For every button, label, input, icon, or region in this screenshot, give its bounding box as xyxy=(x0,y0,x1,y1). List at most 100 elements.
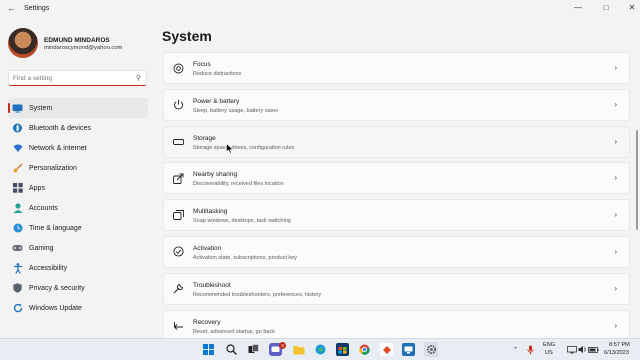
sidebar-item-label: Apps xyxy=(29,184,45,192)
language-region[interactable]: US xyxy=(545,350,553,356)
apps-icon xyxy=(12,183,23,194)
microphone-icon[interactable] xyxy=(524,343,537,356)
file-explorer-icon[interactable] xyxy=(292,343,305,356)
card-title: Focus xyxy=(193,61,211,68)
card-recovery[interactable]: Recovery Reset, advanced startup, go bac… xyxy=(163,309,630,342)
sidebar-item-gaming[interactable]: Gaming xyxy=(8,238,148,258)
sidebar-item-label: Privacy & security xyxy=(29,284,85,292)
minimize-icon[interactable]: — xyxy=(568,2,588,14)
close-icon[interactable]: ✕ xyxy=(622,2,640,14)
avatar[interactable] xyxy=(8,28,38,58)
card-subtitle: Activation state, subscriptions, product… xyxy=(193,254,297,261)
chevron-right-icon: › xyxy=(614,173,617,183)
card-subtitle: Storage space, drives, configuration rul… xyxy=(193,144,295,151)
sidebar-item-accessibility[interactable]: Accessibility xyxy=(8,258,148,278)
title-bar: ← Settings — □ ✕ xyxy=(0,0,640,18)
card-title: Nearby sharing xyxy=(193,171,238,179)
store-icon[interactable] xyxy=(336,343,349,356)
sidebar-item-personalization[interactable]: Personalization xyxy=(8,158,148,178)
chevron-right-icon: › xyxy=(614,63,617,72)
card-nearby-sharing[interactable]: Nearby sharing Discoverability, received… xyxy=(163,162,630,195)
bluetooth-icon xyxy=(12,123,23,134)
search-box[interactable]: ⚲ xyxy=(8,70,147,86)
brush-icon xyxy=(12,163,23,174)
chevron-right-icon: › xyxy=(614,246,617,256)
wifi-icon xyxy=(12,143,23,154)
clock-date[interactable]: 6/13/2023 xyxy=(604,350,629,356)
globe-clock-icon xyxy=(12,223,23,234)
shield-icon xyxy=(12,283,23,294)
sidebar-item-label: Network & internet xyxy=(29,144,87,152)
sidebar-item-label: Windows Update xyxy=(29,304,82,312)
multitask-icon xyxy=(172,209,184,221)
card-subtitle: Discoverability, received files location xyxy=(193,181,284,188)
scrollbar[interactable] xyxy=(636,130,638,230)
sidebar-item-time-language[interactable]: Time & language xyxy=(8,218,148,238)
battery-icon[interactable] xyxy=(587,343,600,356)
sidebar: System Bluetooth & devices Network & int… xyxy=(8,98,148,318)
card-subtitle: Reset, advanced startup, go back xyxy=(193,328,275,335)
card-activation[interactable]: Activation Activation state, subscriptio… xyxy=(163,235,630,268)
activation-icon xyxy=(172,246,184,258)
search-input[interactable] xyxy=(13,74,133,82)
sidebar-item-label: Accessibility xyxy=(29,264,68,272)
wrench-icon xyxy=(172,283,184,295)
sidebar-item-accounts[interactable]: Accounts xyxy=(8,198,148,218)
taskbar: 3 ⌃ ENG US 8:57 PM 6/13/2023 xyxy=(0,338,640,360)
chevron-right-icon: › xyxy=(614,99,617,109)
remote-desktop-icon[interactable] xyxy=(402,343,415,356)
card-title: Power & battery xyxy=(193,97,240,105)
search-icon[interactable]: ⚲ xyxy=(136,74,141,82)
card-subtitle: Sleep, battery usage, battery saver xyxy=(193,107,279,114)
settings-gear-icon[interactable] xyxy=(424,342,438,357)
sidebar-item-label: Bluetooth & devices xyxy=(29,124,91,132)
share-icon xyxy=(172,172,184,184)
sidebar-item-label: Accounts xyxy=(29,204,58,212)
sidebar-item-privacy-security[interactable]: Privacy & security xyxy=(8,278,148,298)
monitor-icon xyxy=(12,103,23,114)
chrome-icon[interactable] xyxy=(358,343,371,356)
sidebar-item-label: Gaming xyxy=(29,244,54,252)
card-subtitle: Recommended troubleshooters, preferences… xyxy=(193,291,322,298)
sidebar-item-label: Personalization xyxy=(29,164,77,172)
card-title: Activation xyxy=(193,244,222,252)
mouse-cursor-icon xyxy=(226,143,234,154)
edge-icon[interactable] xyxy=(314,343,327,356)
card-title: Recovery xyxy=(193,318,221,326)
sidebar-item-network[interactable]: Network & internet xyxy=(8,138,148,158)
language-code[interactable]: ENG xyxy=(543,342,555,348)
window-title: Settings xyxy=(24,5,50,12)
card-troubleshoot[interactable]: Troubleshoot Recommended troubleshooters… xyxy=(163,272,630,305)
user-email: mindaroscymond@yahoo.com xyxy=(44,45,123,51)
sidebar-item-windows-update[interactable]: Windows Update xyxy=(8,298,148,318)
app-icon[interactable] xyxy=(380,343,393,356)
notification-badge: 3 xyxy=(279,342,286,349)
person-icon xyxy=(12,203,23,214)
chevron-up-icon[interactable]: ⌃ xyxy=(509,343,522,356)
storage-icon xyxy=(172,136,184,148)
search-icon[interactable] xyxy=(225,343,238,356)
card-subtitle: Reduce distractions xyxy=(193,71,242,77)
user-name: EDMUND MINDAROS xyxy=(44,37,110,44)
sidebar-item-system[interactable]: System xyxy=(8,98,148,118)
gamepad-icon xyxy=(12,243,23,254)
update-icon xyxy=(12,303,23,314)
recovery-icon xyxy=(172,320,184,332)
start-icon[interactable] xyxy=(202,343,215,356)
maximize-icon[interactable]: □ xyxy=(596,2,616,14)
power-icon xyxy=(172,99,184,111)
card-focus[interactable]: Focus Reduce distractions › xyxy=(163,52,630,84)
card-multitasking[interactable]: Multitasking Snap windows, desktops, tas… xyxy=(163,199,630,232)
card-title: Troubleshoot xyxy=(193,281,231,289)
settings-list: Focus Reduce distractions › Power & batt… xyxy=(163,52,630,346)
chevron-right-icon: › xyxy=(614,210,617,220)
chevron-right-icon: › xyxy=(614,136,617,146)
clock-time[interactable]: 8:57 PM xyxy=(609,342,630,348)
sidebar-item-apps[interactable]: Apps xyxy=(8,178,148,198)
page-title: System xyxy=(162,28,212,44)
task-view-icon[interactable] xyxy=(247,343,260,356)
sidebar-item-label: System xyxy=(29,104,53,112)
sidebar-item-bluetooth[interactable]: Bluetooth & devices xyxy=(8,118,148,138)
card-power-battery[interactable]: Power & battery Sleep, battery usage, ba… xyxy=(163,88,630,121)
back-arrow-icon[interactable]: ← xyxy=(7,3,16,13)
